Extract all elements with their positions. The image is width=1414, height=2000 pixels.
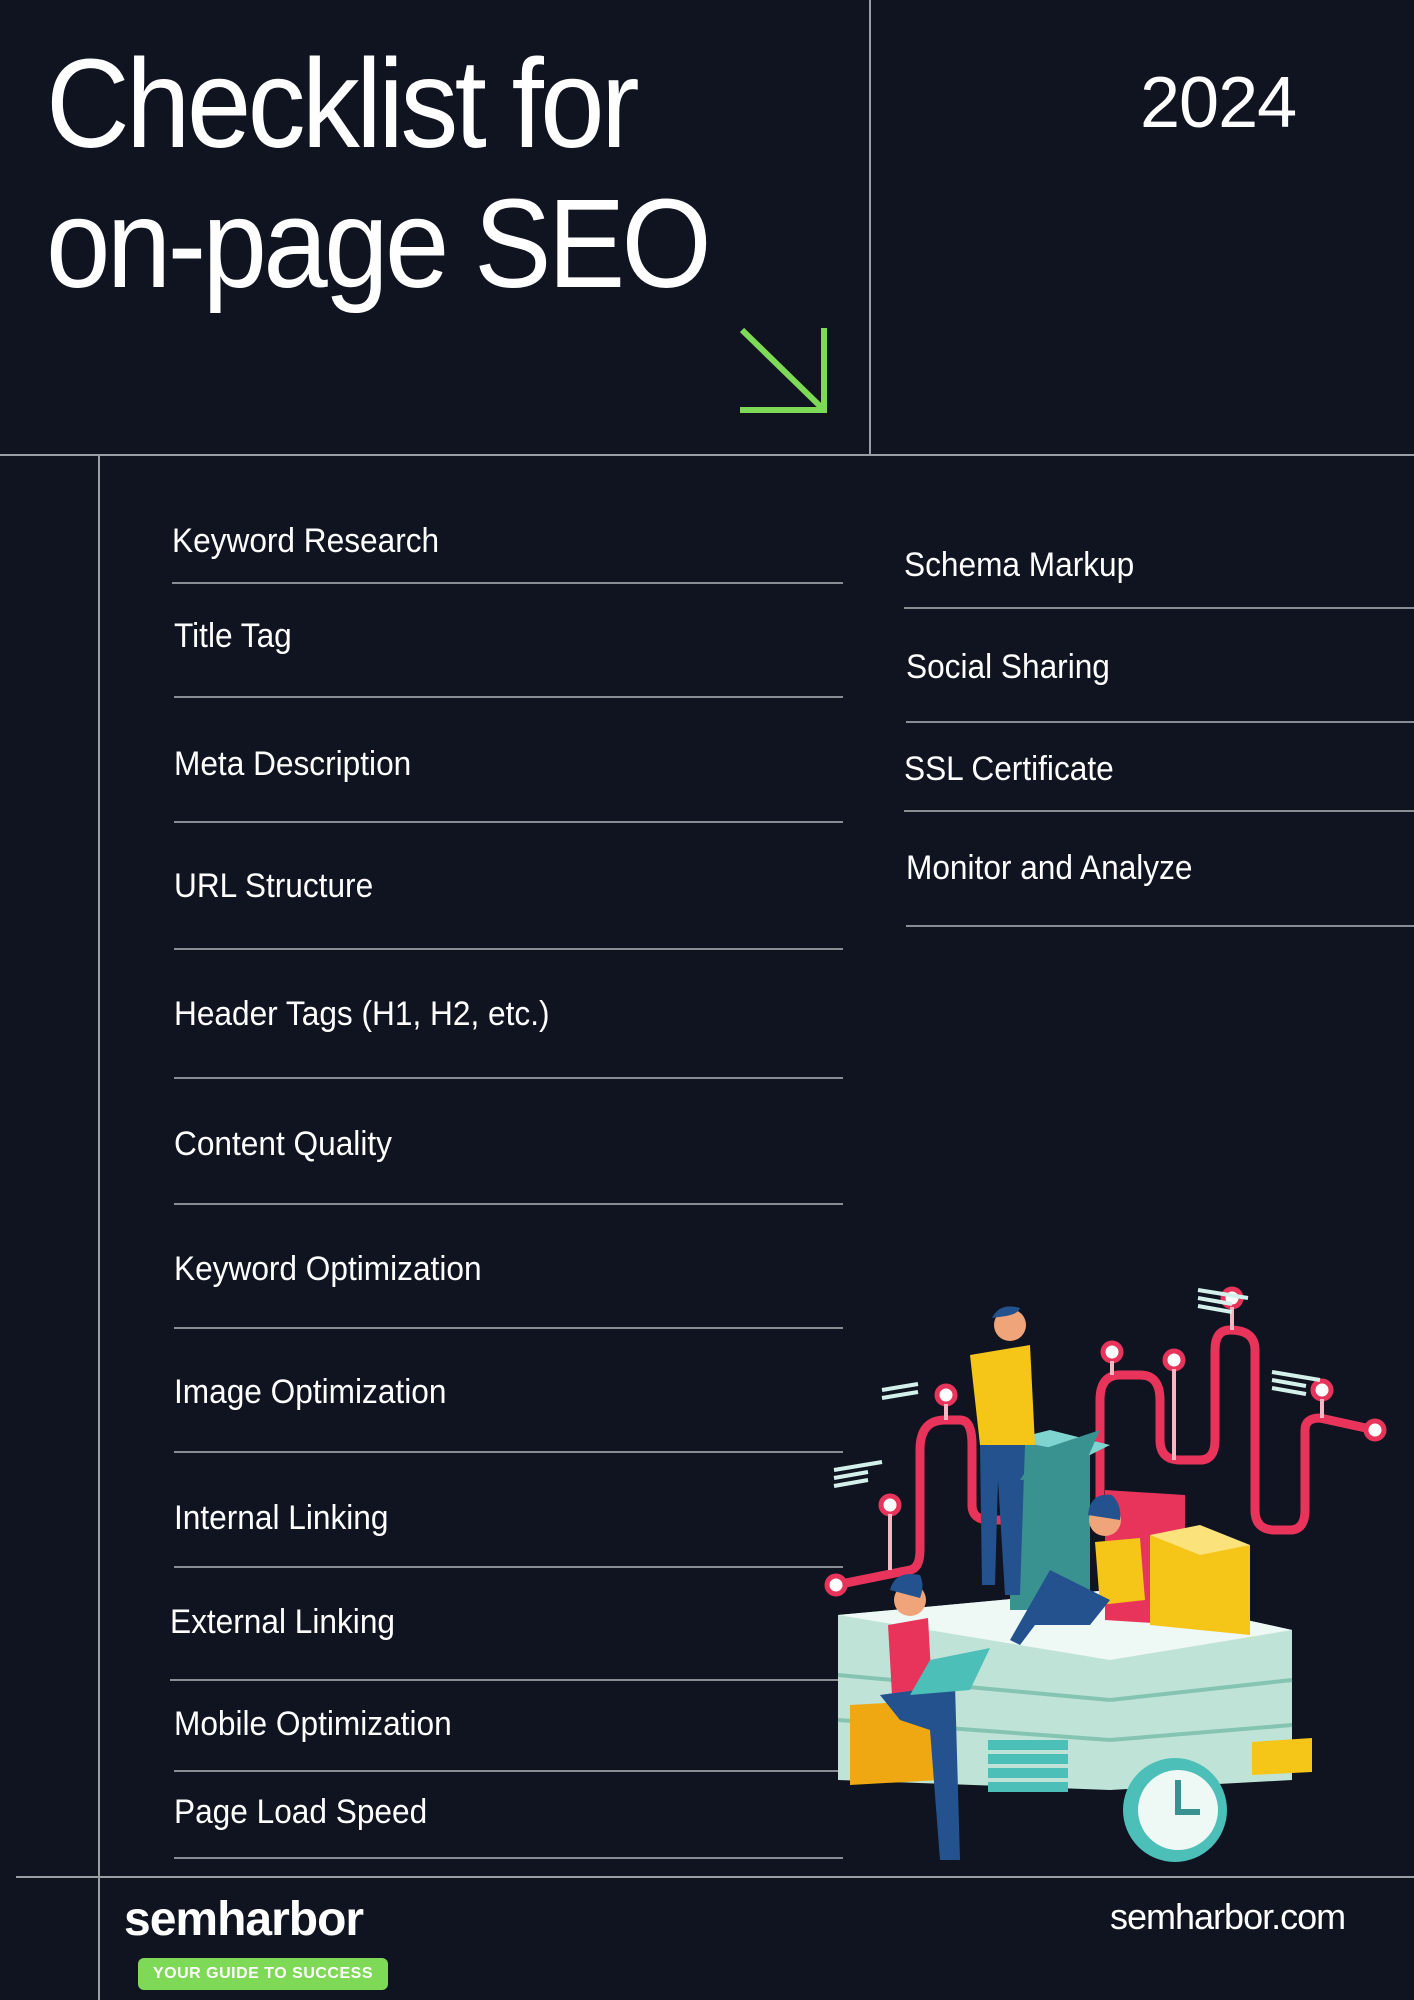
- seo-team-illustration: [824, 1286, 1387, 1862]
- checklist-item-label: Schema Markup: [904, 546, 1135, 584]
- checklist-item-label: External Linking: [170, 1603, 395, 1641]
- website-link[interactable]: semharbor.com: [1110, 1896, 1346, 1938]
- checklist-item-label: URL Structure: [174, 867, 374, 905]
- left-margin-line: [98, 456, 100, 2000]
- checklist-item-rule: [904, 607, 1414, 609]
- checklist-item-rule: [174, 696, 843, 698]
- checklist-item-rule: [174, 948, 843, 950]
- brand-logo: semharbor: [124, 1893, 364, 1946]
- checklist-item-rule: [906, 925, 1414, 927]
- checklist-item-rule: [904, 810, 1414, 812]
- checklist-item-rule: [174, 821, 843, 823]
- graph-node: [1162, 1348, 1186, 1372]
- checklist-item-rule: [174, 1566, 843, 1568]
- checklist-item-label: Image Optimization: [174, 1373, 447, 1411]
- graph-node: [1100, 1340, 1124, 1364]
- checklist-item-label: Keyword Research: [172, 522, 440, 560]
- checklist-item-rule: [172, 582, 843, 584]
- arrow-down-right-icon: [739, 327, 827, 413]
- graph-node: [1363, 1418, 1387, 1442]
- checklist-item-rule: [170, 1679, 843, 1681]
- checklist-item-label: Mobile Optimization: [174, 1705, 452, 1743]
- checklist-item-rule: [174, 1857, 843, 1859]
- checklist-item-rule: [174, 1770, 843, 1772]
- graph-node: [824, 1573, 848, 1597]
- checklist-item-label: Page Load Speed: [174, 1793, 428, 1831]
- graph-node: [1310, 1378, 1334, 1402]
- checklist-item-label: Header Tags (H1, H2, etc.): [174, 995, 550, 1033]
- tagline-badge: YOUR GUIDE TO SUCCESS: [138, 1958, 388, 1990]
- checklist-item-label: SSL Certificate: [904, 750, 1114, 788]
- checklist-item-rule: [174, 1203, 843, 1205]
- checklist-item-label: Social Sharing: [906, 648, 1110, 686]
- checklist-item-rule: [174, 1077, 843, 1079]
- checklist-item-label: Content Quality: [174, 1125, 392, 1163]
- checklist-item-rule: [906, 721, 1414, 723]
- year-label: 2024: [1140, 63, 1297, 143]
- checklist-item-rule: [174, 1451, 843, 1453]
- checklist-item-label: Title Tag: [174, 617, 292, 655]
- graph-node: [878, 1493, 902, 1517]
- checklist-item-label: Monitor and Analyze: [906, 849, 1193, 887]
- checklist-item-label: Internal Linking: [174, 1499, 389, 1537]
- header-divider-vertical: [869, 0, 871, 455]
- header-divider-horizontal: [0, 454, 1414, 456]
- checklist-item-rule: [174, 1327, 843, 1329]
- checklist-item-label: Meta Description: [174, 745, 412, 783]
- checklist-item-label: Keyword Optimization: [174, 1250, 482, 1288]
- page-title: Checklist for on-page SEO: [46, 33, 712, 314]
- graph-node: [934, 1383, 958, 1407]
